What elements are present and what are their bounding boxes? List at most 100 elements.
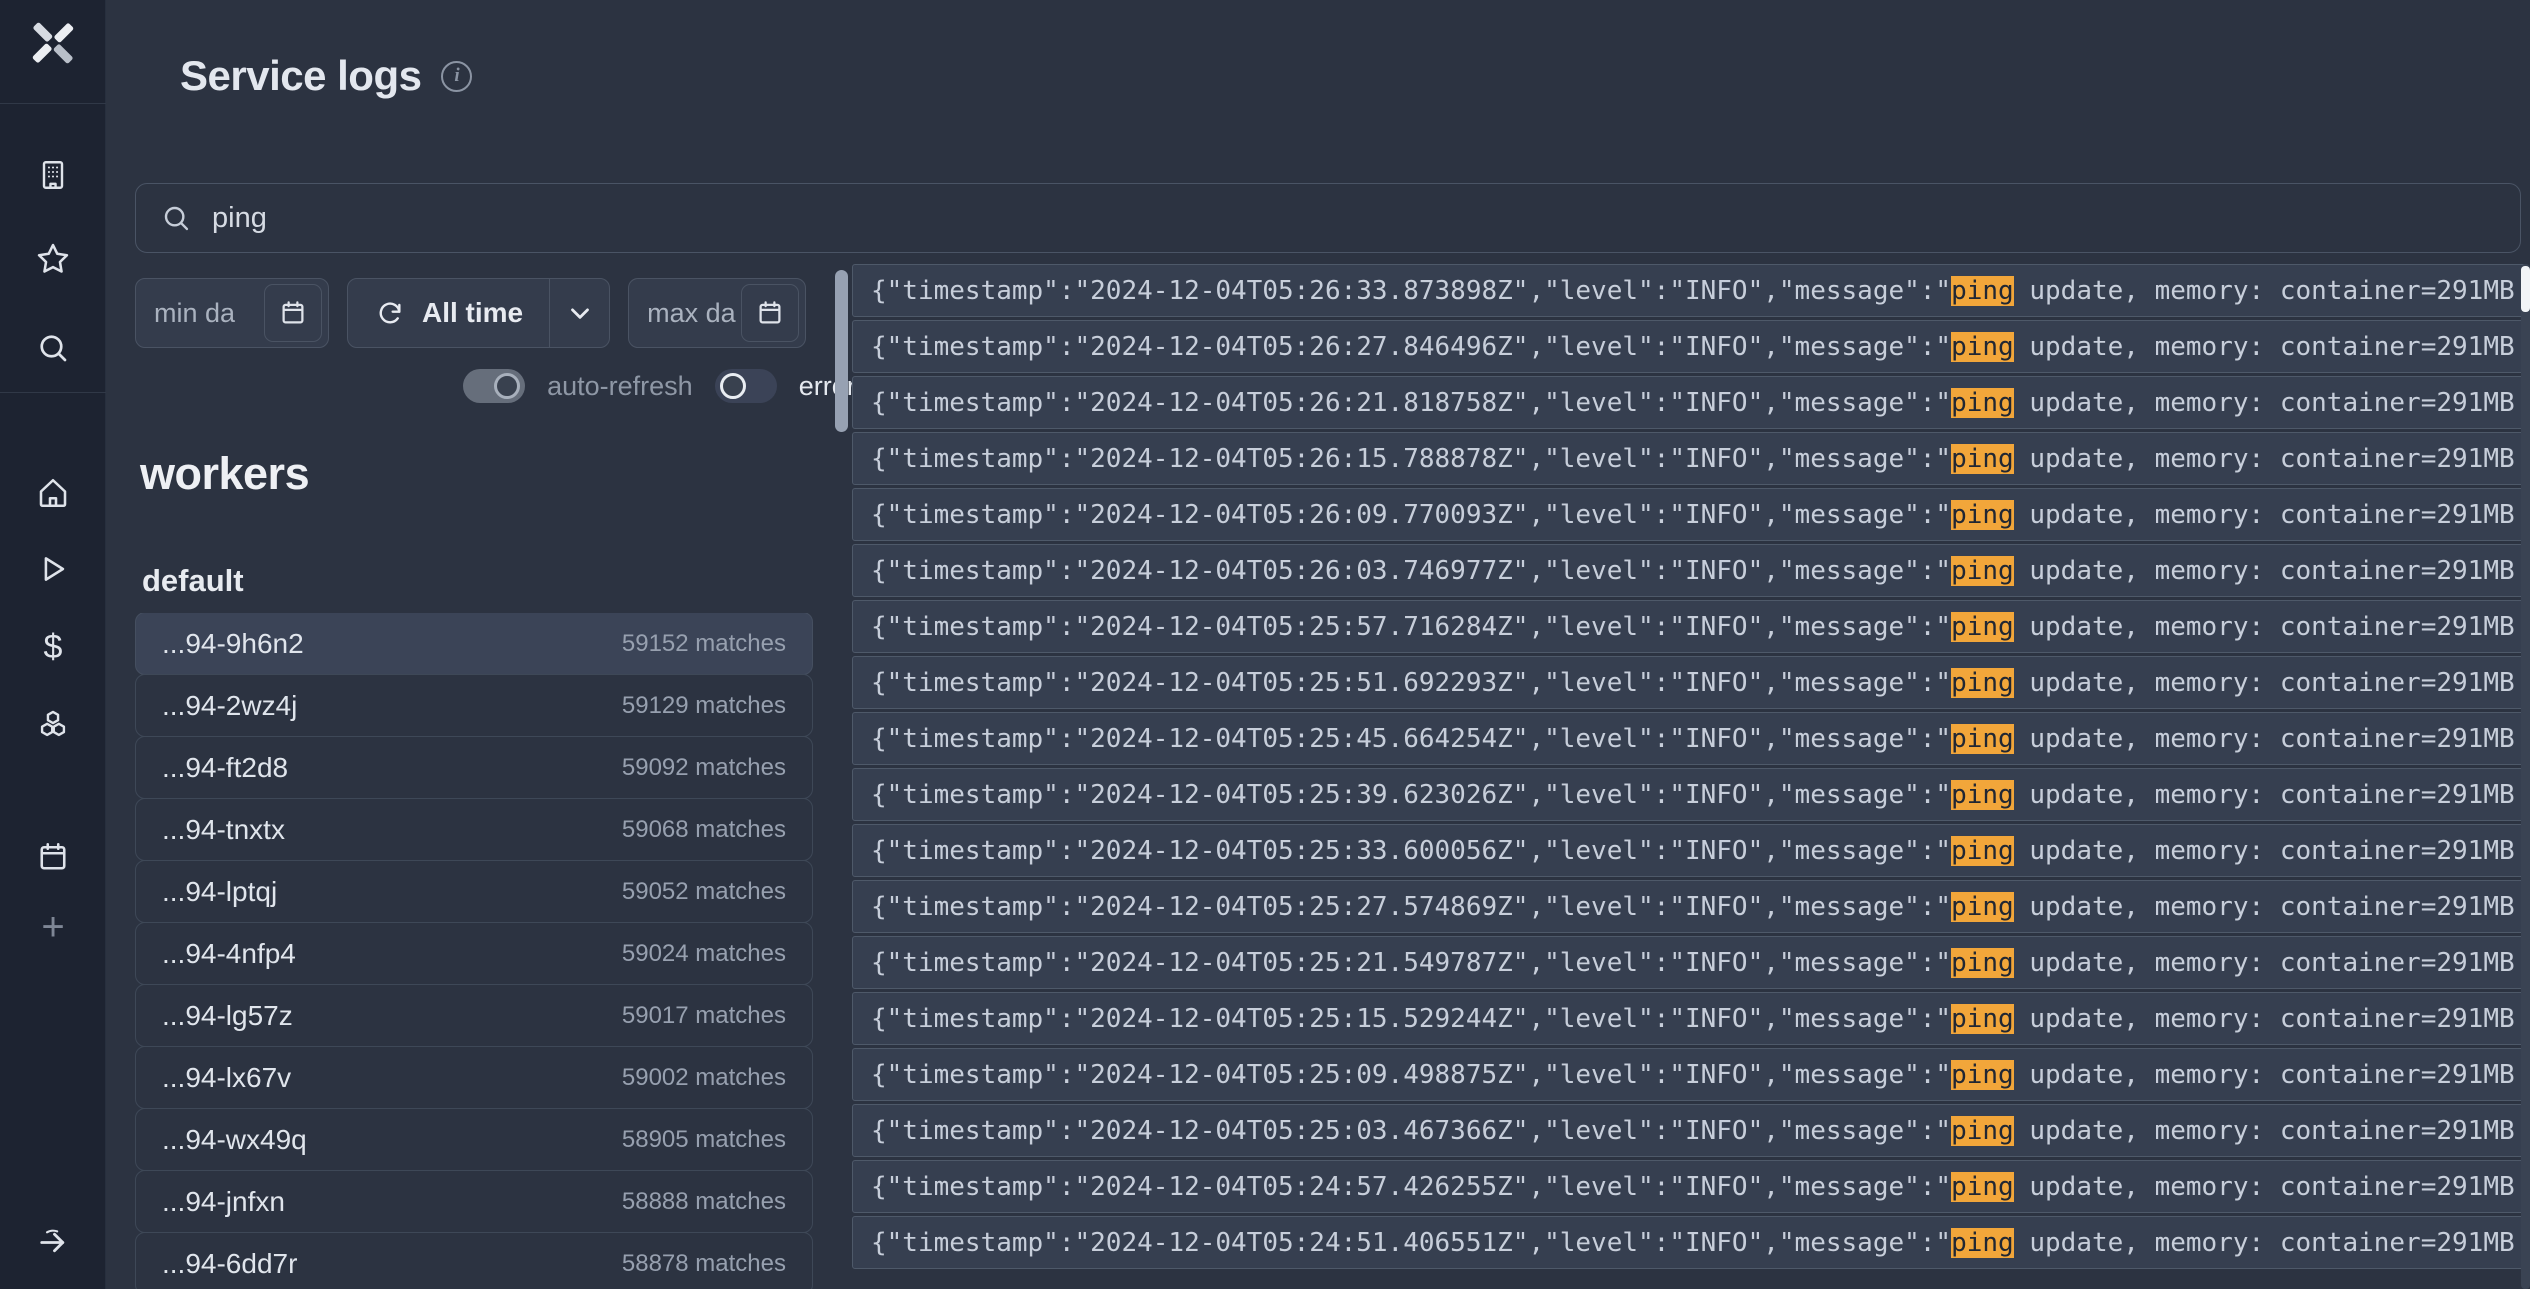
cubes-icon[interactable] bbox=[33, 707, 73, 747]
worker-match-count: 59024 matches bbox=[622, 940, 786, 968]
max-date-field[interactable] bbox=[628, 278, 806, 348]
search-match-highlight: ping bbox=[1951, 388, 2014, 418]
max-date-input[interactable] bbox=[647, 298, 739, 329]
time-range-caret[interactable] bbox=[549, 279, 609, 347]
worker-row[interactable]: ...94-ft2d859092 matches bbox=[135, 736, 813, 799]
auto-refresh-toggle[interactable] bbox=[463, 369, 525, 403]
search-bar bbox=[135, 183, 2521, 253]
worker-row[interactable]: ...94-wx49q58905 matches bbox=[135, 1108, 813, 1171]
max-date-calendar-button[interactable] bbox=[741, 284, 799, 342]
worker-match-count: 59129 matches bbox=[622, 692, 786, 720]
search-match-highlight: ping bbox=[1951, 892, 2014, 922]
play-icon[interactable] bbox=[33, 549, 73, 589]
worker-row[interactable]: ...94-lptqj59052 matches bbox=[135, 860, 813, 923]
search-match-highlight: ping bbox=[1951, 1004, 2014, 1034]
min-date-input[interactable] bbox=[154, 298, 262, 329]
log-row[interactable]: {"timestamp":"2024-12-04T05:25:27.574869… bbox=[852, 880, 2528, 933]
log-row[interactable]: {"timestamp":"2024-12-04T05:25:45.664254… bbox=[852, 712, 2528, 765]
toggle-knob bbox=[494, 373, 520, 399]
page-header: Service logs i bbox=[180, 52, 472, 100]
log-row[interactable]: {"timestamp":"2024-12-04T05:26:09.770093… bbox=[852, 488, 2528, 541]
log-line: {"timestamp":"2024-12-04T05:25:03.467366… bbox=[871, 1116, 2515, 1146]
search-match-highlight: ping bbox=[1951, 1116, 2014, 1146]
log-scrollbar-right-track bbox=[2521, 264, 2530, 1289]
worker-row[interactable]: ...94-tnxtx59068 matches bbox=[135, 798, 813, 861]
search-input[interactable] bbox=[212, 202, 2496, 235]
log-rows: {"timestamp":"2024-12-04T05:26:33.873898… bbox=[852, 264, 2528, 1289]
time-range-main[interactable]: All time bbox=[348, 279, 549, 347]
search-match-highlight: ping bbox=[1951, 1060, 2014, 1090]
log-row[interactable]: {"timestamp":"2024-12-04T05:26:15.788878… bbox=[852, 432, 2528, 485]
search-match-highlight: ping bbox=[1951, 1228, 2014, 1258]
worker-name: ...94-4nfp4 bbox=[162, 938, 296, 970]
log-row[interactable]: {"timestamp":"2024-12-04T05:25:03.467366… bbox=[852, 1104, 2528, 1157]
chevron-down-icon bbox=[565, 298, 595, 328]
log-scrollbar-right-thumb[interactable] bbox=[2521, 266, 2530, 312]
modal-logo[interactable] bbox=[26, 16, 80, 70]
worker-match-count: 59092 matches bbox=[622, 754, 786, 782]
log-row[interactable]: {"timestamp":"2024-12-04T05:25:21.549787… bbox=[852, 936, 2528, 989]
dollar-icon[interactable]: $ bbox=[33, 627, 73, 667]
min-date-field[interactable] bbox=[135, 278, 329, 348]
worker-name: ...94-jnfxn bbox=[162, 1186, 285, 1218]
worker-match-count: 59068 matches bbox=[622, 816, 786, 844]
log-row[interactable]: {"timestamp":"2024-12-04T05:25:15.529244… bbox=[852, 992, 2528, 1045]
time-range-button[interactable]: All time bbox=[347, 278, 610, 348]
log-row[interactable]: {"timestamp":"2024-12-04T05:24:51.406551… bbox=[852, 1216, 2528, 1269]
worker-row[interactable]: ...94-jnfxn58888 matches bbox=[135, 1170, 813, 1233]
info-icon[interactable]: i bbox=[441, 61, 472, 92]
log-line: {"timestamp":"2024-12-04T05:25:39.623026… bbox=[871, 780, 2515, 810]
calendar-nav-icon[interactable] bbox=[33, 837, 73, 877]
worker-row[interactable]: ...94-lx67v59002 matches bbox=[135, 1046, 813, 1109]
log-row[interactable]: {"timestamp":"2024-12-04T05:25:33.600056… bbox=[852, 824, 2528, 877]
plus-icon[interactable]: + bbox=[33, 907, 73, 947]
log-line: {"timestamp":"2024-12-04T05:26:27.846496… bbox=[871, 332, 2515, 362]
refresh-icon bbox=[374, 297, 406, 329]
log-row[interactable]: {"timestamp":"2024-12-04T05:25:51.692293… bbox=[852, 656, 2528, 709]
log-scrollbar-left-thumb[interactable] bbox=[835, 270, 848, 432]
log-line: {"timestamp":"2024-12-04T05:26:21.818758… bbox=[871, 388, 2515, 418]
building-icon[interactable] bbox=[33, 155, 73, 195]
home-icon[interactable] bbox=[33, 473, 73, 513]
worker-row[interactable]: ...94-4nfp4 59024 matches bbox=[135, 922, 813, 985]
worker-name: ...94-6dd7r bbox=[162, 1248, 297, 1280]
star-icon[interactable] bbox=[33, 239, 73, 279]
log-line: {"timestamp":"2024-12-04T05:25:33.600056… bbox=[871, 836, 2515, 866]
log-line: {"timestamp":"2024-12-04T05:26:15.788878… bbox=[871, 444, 2515, 474]
search-match-highlight: ping bbox=[1951, 332, 2014, 362]
log-row[interactable]: {"timestamp":"2024-12-04T05:26:03.746977… bbox=[852, 544, 2528, 597]
search-match-highlight: ping bbox=[1951, 556, 2014, 586]
min-date-calendar-button[interactable] bbox=[264, 284, 322, 342]
log-line: {"timestamp":"2024-12-04T05:24:51.406551… bbox=[871, 1228, 2515, 1258]
log-row[interactable]: {"timestamp":"2024-12-04T05:26:27.846496… bbox=[852, 320, 2528, 373]
log-row[interactable]: {"timestamp":"2024-12-04T05:26:21.818758… bbox=[852, 376, 2528, 429]
log-row[interactable]: {"timestamp":"2024-12-04T05:25:39.623026… bbox=[852, 768, 2528, 821]
log-line: {"timestamp":"2024-12-04T05:26:03.746977… bbox=[871, 556, 2515, 586]
search-match-highlight: ping bbox=[1951, 500, 2014, 530]
worker-row[interactable]: ...94-2wz4j 59129 matches bbox=[135, 674, 813, 737]
log-line: {"timestamp":"2024-12-04T05:25:45.664254… bbox=[871, 724, 2515, 754]
worker-name: ...94-9h6n2 bbox=[162, 628, 304, 660]
worker-name: ...94-lg57z bbox=[162, 1000, 293, 1032]
log-line: {"timestamp":"2024-12-04T05:25:27.574869… bbox=[871, 892, 2515, 922]
worker-row[interactable]: ...94-lg57z59017 matches bbox=[135, 984, 813, 1047]
worker-group-label: default bbox=[142, 563, 244, 599]
log-row[interactable]: {"timestamp":"2024-12-04T05:26:33.873898… bbox=[852, 264, 2528, 317]
worker-list: ...94-9h6n259152 matches ...94-2wz4j 59129… bbox=[135, 613, 813, 1289]
workers-heading: workers bbox=[140, 448, 309, 500]
worker-row[interactable]: ...94-6dd7r58878 matches bbox=[135, 1232, 813, 1289]
log-row[interactable]: {"timestamp":"2024-12-04T05:25:57.716284… bbox=[852, 600, 2528, 653]
errors-toggle[interactable] bbox=[715, 369, 777, 403]
arrow-right-icon[interactable] bbox=[33, 1221, 73, 1261]
worker-match-count: 59052 matches bbox=[622, 878, 786, 906]
log-row[interactable]: {"timestamp":"2024-12-04T05:24:57.426255… bbox=[852, 1160, 2528, 1213]
log-line: {"timestamp":"2024-12-04T05:24:57.426255… bbox=[871, 1172, 2515, 1202]
search-nav-icon[interactable] bbox=[33, 328, 73, 368]
page-title: Service logs bbox=[180, 52, 421, 100]
worker-row[interactable]: ...94-9h6n259152 matches bbox=[135, 613, 813, 675]
worker-name: ...94-2wz4j bbox=[162, 690, 297, 722]
log-row[interactable]: {"timestamp":"2024-12-04T05:25:09.498875… bbox=[852, 1048, 2528, 1101]
log-panel: {"timestamp":"2024-12-04T05:26:33.873898… bbox=[833, 258, 2530, 1289]
search-match-highlight: ping bbox=[1951, 780, 2014, 810]
search-match-highlight: ping bbox=[1951, 612, 2014, 642]
